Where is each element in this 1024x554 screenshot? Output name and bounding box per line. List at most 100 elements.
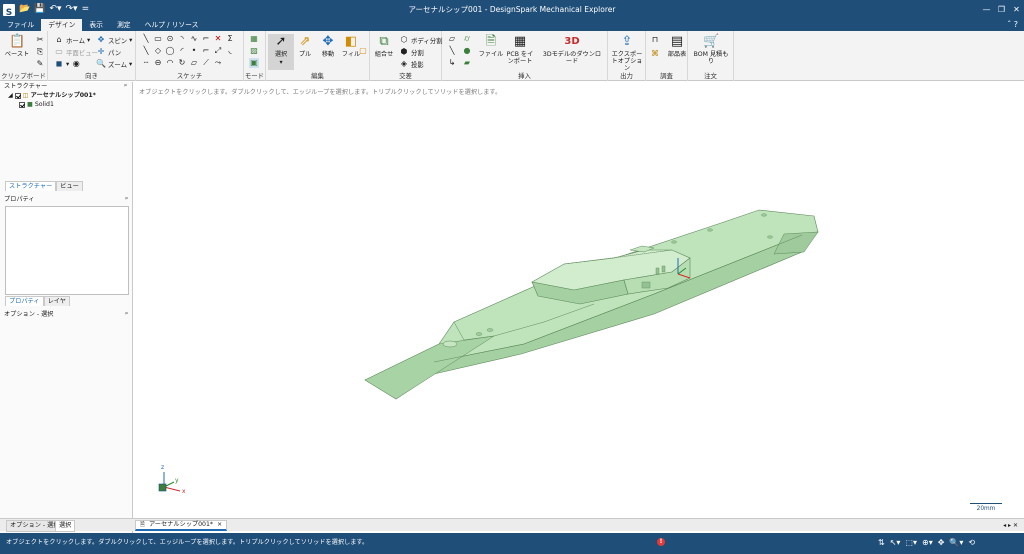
deck-hatch[interactable] [442, 340, 458, 348]
sphere-icon[interactable]: ● [462, 46, 472, 56]
tab-select[interactable]: 選択 [55, 520, 76, 532]
minimize-icon[interactable]: — [979, 0, 994, 19]
design-viewport[interactable]: オブジェクトをクリックします。ダブルクリックして、エッジループを選択します。トリ… [134, 82, 1020, 518]
pan-button[interactable]: ✛ パン [96, 47, 121, 57]
tab-scroll-arrows[interactable]: ◂ ▸ ✕ [1003, 519, 1018, 532]
sigma-icon[interactable]: Σ [225, 34, 235, 44]
sketch-mode-icon[interactable]: ▦ [249, 34, 259, 44]
construction-line-icon[interactable]: ┄ [141, 58, 151, 68]
tab-view[interactable]: ビュー [56, 181, 83, 191]
tangent-line-icon[interactable]: ╲ [141, 46, 151, 56]
deck-hatch[interactable] [486, 328, 494, 332]
pan-tool-icon[interactable]: ✥ [938, 533, 945, 552]
sweep-arc-icon[interactable]: ◠ [165, 58, 175, 68]
trim-icon[interactable]: ✕ [213, 34, 223, 44]
3d-mode-icon[interactable]: ▣ [249, 58, 259, 68]
box-icon[interactable]: ▰ [462, 58, 472, 68]
ellipse-icon[interactable]: ◯ [165, 46, 175, 56]
close-tab-icon[interactable]: × [217, 520, 222, 530]
download-3d-model-button[interactable]: 3D 3Dモデルのダウンロード [540, 34, 604, 65]
copy-icon[interactable]: ⎘ [35, 47, 45, 57]
deck-hatch[interactable] [475, 332, 483, 336]
project-icon[interactable]: ▱ [189, 58, 199, 68]
axis-icon[interactable]: ╲ [447, 46, 457, 56]
visibility-checkbox[interactable] [19, 101, 25, 108]
pin-icon[interactable]: ᵖ [125, 310, 128, 319]
redo-icon[interactable]: ↷▾ [66, 0, 78, 19]
deck-hatch[interactable] [707, 228, 713, 232]
plane-icon[interactable]: ▱ [447, 34, 457, 44]
close-icon[interactable]: ✕ [1009, 0, 1024, 19]
home-button[interactable]: ⌂ ホーム ▾ [54, 35, 90, 45]
zoom-button[interactable]: 🔍 ズーム ▾ [96, 59, 132, 69]
arc-icon[interactable]: ◝ [177, 34, 187, 44]
parts-list-button[interactable]: ▤ 部品表 [664, 34, 690, 58]
tab-display[interactable]: 表示 [82, 19, 110, 31]
previous-view-icon[interactable]: ⟲ [968, 533, 975, 552]
corner-icon[interactable]: ⌐ [201, 34, 211, 44]
extend-icon[interactable]: ⤢ [213, 46, 223, 56]
rotate-icon[interactable]: ↻ [177, 58, 187, 68]
restore-icon[interactable]: ❐ [994, 0, 1009, 19]
cursor-select-icon[interactable]: ↖▾ [890, 533, 901, 552]
selection-filter-icon[interactable]: ⇅ [878, 533, 885, 552]
fillet-icon[interactable]: ◟ [225, 46, 235, 56]
check-geometry-icon[interactable]: ⌘ [650, 49, 660, 59]
project-button[interactable]: ◈ 投影 [399, 59, 424, 69]
spline-icon[interactable]: ∿ [189, 34, 199, 44]
insert-file-button[interactable]: 🗎 ファイル [478, 34, 504, 58]
app-logo[interactable]: S [3, 3, 15, 18]
warning-icon[interactable]: ! [657, 538, 665, 546]
visibility-checkbox[interactable] [14, 92, 21, 99]
tab-file[interactable]: ファイル [0, 19, 41, 31]
circle-icon[interactable]: ⊙ [165, 34, 175, 44]
select-button[interactable]: ➚ 選択 ▾ [268, 34, 294, 70]
mirror-icon[interactable]: ⟋ [201, 58, 211, 68]
three-point-arc-icon[interactable]: ◜ [177, 46, 187, 56]
format-icon[interactable]: ✎ [35, 59, 45, 69]
customize-icon[interactable]: = [82, 0, 90, 19]
spin-button[interactable]: ✥ スピン ▾ [96, 35, 133, 45]
polygon-icon[interactable]: ◇ [153, 46, 163, 56]
measure-icon[interactable]: ⊓ [650, 35, 660, 45]
deck-hatch[interactable] [767, 235, 773, 239]
pin-icon[interactable]: ᵖ [125, 195, 128, 204]
origin-icon[interactable]: ↳ [447, 58, 457, 68]
tab-help-resources[interactable]: ヘルプ / リソース [138, 19, 206, 31]
cut-icon[interactable]: ✂ [35, 35, 45, 45]
slot-icon[interactable]: ⊖ [153, 58, 163, 68]
bom-quote-button[interactable]: 🛒 BOM 見積もり [692, 34, 730, 65]
cylinder-icon[interactable]: ⌭ [462, 34, 472, 44]
rectangle-icon[interactable]: ▭ [153, 34, 163, 44]
bow-chine[interactable] [364, 335, 495, 400]
document-tab[interactable]: 🗎 アーセナルシップ001* × [135, 520, 228, 531]
side-door[interactable] [655, 267, 660, 275]
expand-icon[interactable]: ◢ [8, 91, 13, 100]
split-body-button[interactable]: ⬡ ボディ分割 [399, 35, 443, 45]
tab-layers[interactable]: レイヤ [43, 296, 70, 306]
line-icon[interactable]: ╲ [141, 34, 151, 44]
section-mode-icon[interactable]: ▨ [249, 46, 259, 56]
view-style-button[interactable]: ◼ ▾ ◉ [54, 59, 81, 69]
box-select-icon[interactable]: ⬚▾ [905, 533, 917, 552]
split-button[interactable]: ⬢ 分割 [399, 47, 424, 57]
deck-hatch[interactable] [761, 213, 767, 217]
offset-icon[interactable]: ⌐ [201, 46, 211, 56]
side-door[interactable] [661, 265, 666, 273]
tab-properties[interactable]: プロパティ [5, 296, 44, 306]
combine-button[interactable]: ⧉ 組合せ [371, 34, 397, 58]
paste-button[interactable]: 📋 ペースト [4, 34, 30, 58]
zoom-tool-icon[interactable]: 🔍▾ [949, 533, 963, 552]
side-door[interactable] [641, 281, 651, 289]
tab-structure[interactable]: ストラクチャー [5, 181, 57, 191]
help-icon[interactable]: ˆ ? [1007, 19, 1018, 31]
pin-icon[interactable]: ᵖ [124, 82, 127, 91]
shell-icon[interactable]: ▢ [358, 46, 368, 56]
snap-view-icon[interactable]: ⊕▾ [922, 533, 933, 552]
tab-design[interactable]: デザイン [41, 19, 83, 31]
point-icon[interactable]: • [189, 46, 199, 56]
tab-measure[interactable]: 測定 [110, 19, 138, 31]
undo-icon[interactable]: ↶▾ [49, 0, 61, 19]
tree-item-solid[interactable]: ■ Solid1 [8, 100, 132, 109]
bend-icon[interactable]: ⤳ [213, 58, 223, 68]
